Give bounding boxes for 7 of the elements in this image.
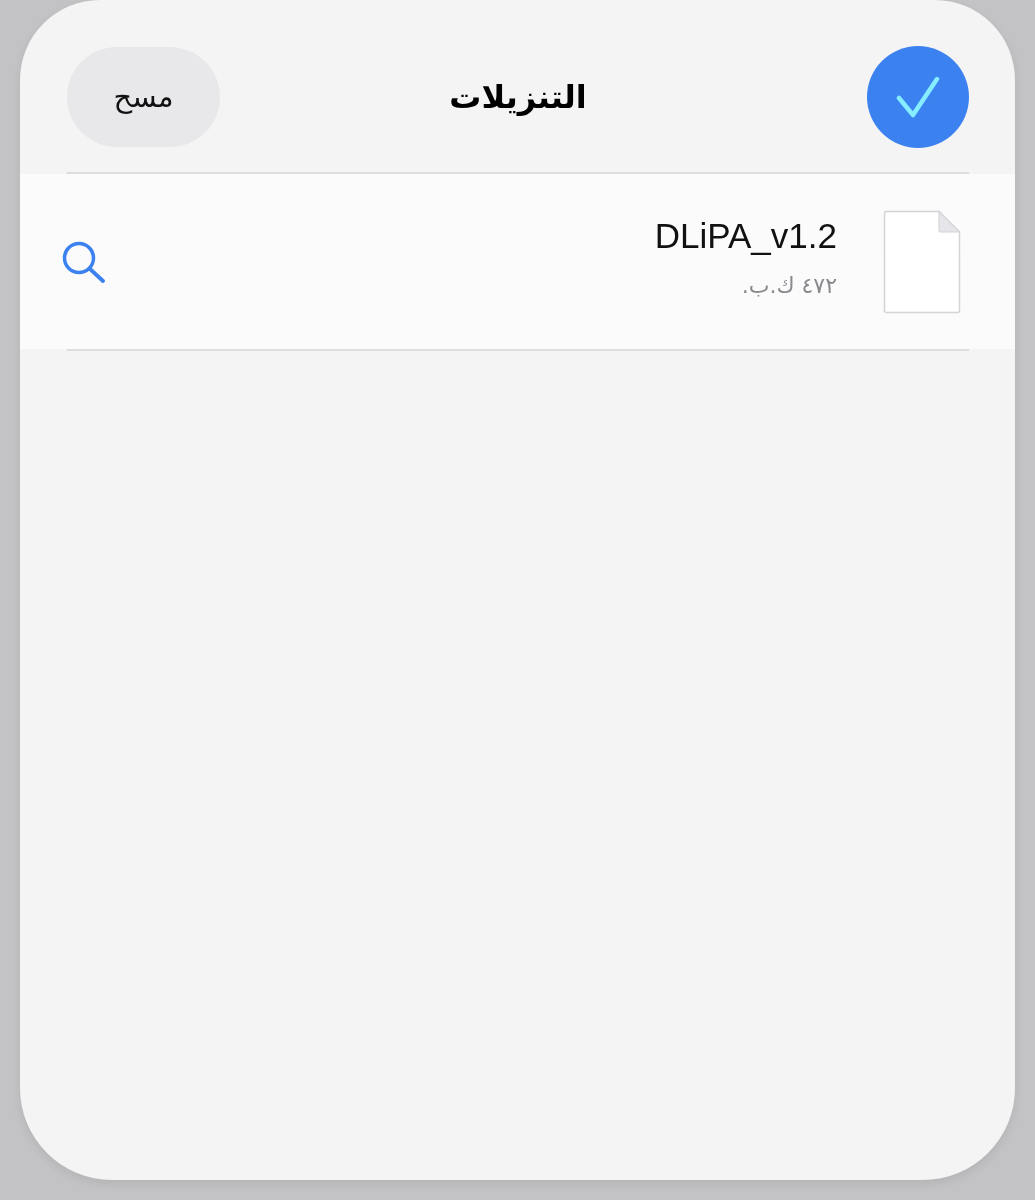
file-icon [883,209,961,314]
search-icon[interactable] [62,240,106,283]
file-size: ٤٧٢ ك.ب. [741,271,837,300]
sheet-title: التنزيلات [449,78,587,116]
file-name: DLiPA_v1.2 [654,215,837,256]
checkmark-icon [896,76,940,118]
clear-button[interactable]: مسح [67,47,220,147]
